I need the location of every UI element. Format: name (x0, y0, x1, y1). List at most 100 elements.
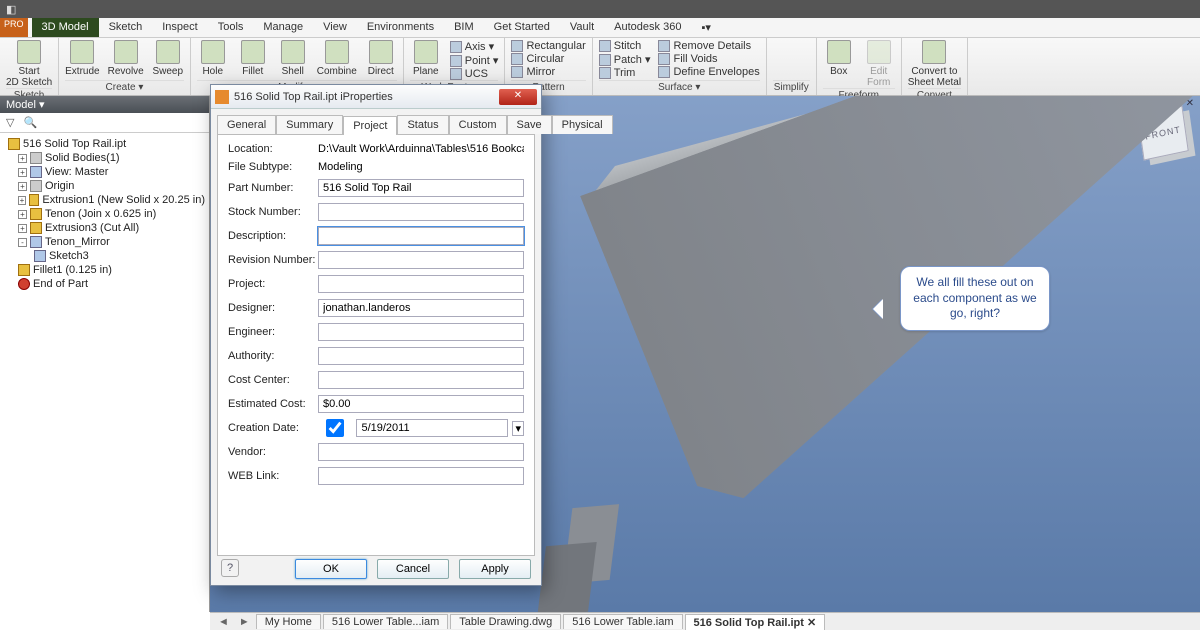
tab-environments[interactable]: Environments (357, 18, 444, 37)
tab-view[interactable]: View (313, 18, 357, 37)
dialog-tab-strip: General Summary Project Status Custom Sa… (211, 109, 541, 134)
tree-item[interactable]: +Tenon (Join x 0.625 in) (4, 207, 205, 221)
doc-tab[interactable]: Table Drawing.dwg (450, 614, 561, 629)
creation-date-input[interactable] (356, 419, 508, 437)
tree-item[interactable]: Sketch3 (4, 249, 205, 263)
edit-form-button[interactable]: Edit Form (863, 40, 895, 88)
help-button[interactable]: ? (221, 559, 239, 577)
shell-button[interactable]: Shell (277, 40, 309, 77)
doc-tab[interactable]: My Home (256, 614, 321, 629)
tab-nav-left[interactable]: ◄ (214, 616, 233, 628)
sweep-button[interactable]: Sweep (152, 40, 184, 77)
plane-button[interactable]: Plane (410, 40, 442, 77)
dlg-tab-summary[interactable]: Summary (276, 115, 343, 134)
ok-button[interactable]: OK (295, 559, 367, 579)
define-envelopes-button[interactable]: Define Envelopes (658, 66, 759, 78)
dlg-tab-project[interactable]: Project (343, 116, 397, 135)
tab-sketch[interactable]: Sketch (99, 18, 153, 37)
expand-icon[interactable]: - (18, 238, 27, 247)
dlg-tab-general[interactable]: General (217, 115, 276, 134)
cancel-button[interactable]: Cancel (377, 559, 449, 579)
tab-get-started[interactable]: Get Started (484, 18, 560, 37)
tab-bim[interactable]: BIM (444, 18, 484, 37)
engineer-input[interactable] (318, 323, 524, 341)
extrude-button[interactable]: Extrude (65, 40, 99, 77)
circular-pattern-button[interactable]: Circular (511, 53, 585, 65)
expand-icon[interactable]: + (18, 196, 26, 205)
dlg-tab-custom[interactable]: Custom (449, 115, 507, 134)
hole-button[interactable]: Hole (197, 40, 229, 77)
tab-tools[interactable]: Tools (208, 18, 254, 37)
expand-icon[interactable]: + (18, 182, 27, 191)
axis-button[interactable]: Axis ▾ (450, 40, 499, 53)
point-button[interactable]: Point ▾ (450, 54, 499, 67)
tab-autodesk-360[interactable]: Autodesk 360 (604, 18, 691, 37)
creation-date-checkbox[interactable] (318, 419, 352, 437)
weblink-input[interactable] (318, 467, 524, 485)
fill-voids-button[interactable]: Fill Voids (658, 53, 759, 65)
browser-header[interactable]: Model ▾ (0, 96, 209, 113)
dlg-tab-save[interactable]: Save (507, 115, 552, 134)
dlg-tab-physical[interactable]: Physical (552, 115, 613, 134)
browser-toolbar[interactable]: ▽ 🔍 (0, 113, 209, 133)
expand-icon[interactable]: + (18, 224, 27, 233)
patch-button[interactable]: Patch ▾ (599, 53, 651, 66)
tree-item[interactable]: +Extrusion1 (New Solid x 20.25 in) (4, 193, 205, 207)
tab-nav-right[interactable]: ► (235, 616, 254, 628)
description-input[interactable] (318, 227, 524, 245)
mirror-button[interactable]: Mirror (511, 66, 585, 78)
tree-item[interactable]: End of Part (4, 277, 205, 291)
stock-input[interactable] (318, 203, 524, 221)
remove-details-button[interactable]: Remove Details (658, 40, 759, 52)
tab-manage[interactable]: Manage (253, 18, 313, 37)
revision-input[interactable] (318, 251, 524, 269)
dlg-tab-status[interactable]: Status (397, 115, 448, 134)
tab-overflow[interactable]: ▪▾ (691, 18, 720, 37)
box-button[interactable]: Box (823, 40, 855, 77)
expand-icon[interactable]: + (18, 210, 27, 219)
doc-tab[interactable]: 516 Lower Table.iam (563, 614, 682, 629)
stitch-button[interactable]: Stitch (599, 40, 651, 52)
costcenter-input[interactable] (318, 371, 524, 389)
tree-item[interactable]: +Extrusion3 (Cut All) (4, 221, 205, 235)
group-label-create[interactable]: Create ▾ (65, 80, 184, 93)
location-value: D:\Vault Work\Arduinna\Tables\516 Bookca… (318, 143, 524, 155)
tab-3d-model[interactable]: 3D Model (32, 18, 99, 37)
close-button[interactable]: ✕ (499, 89, 537, 105)
tree-item[interactable]: +Solid Bodies(1) (4, 151, 205, 165)
estcost-input[interactable] (318, 395, 524, 413)
ucs-button[interactable]: UCS (450, 68, 499, 80)
tree-item[interactable]: -Tenon_Mirror (4, 235, 205, 249)
app-menu-icon[interactable]: ◧ (4, 3, 18, 16)
mirror-feature-icon (30, 236, 42, 248)
ribbon: Start 2D Sketch Sketch Extrude Revolve S… (0, 38, 1200, 96)
tree-item[interactable]: Fillet1 (0.125 in) (4, 263, 205, 277)
designer-input[interactable] (318, 299, 524, 317)
revolve-button[interactable]: Revolve (108, 40, 144, 77)
vendor-input[interactable] (318, 443, 524, 461)
dialog-titlebar[interactable]: 516 Solid Top Rail.ipt iProperties ✕ (211, 85, 541, 109)
start-2d-sketch-button[interactable]: Start 2D Sketch (6, 40, 52, 88)
apply-button[interactable]: Apply (459, 559, 531, 579)
tree-item[interactable]: +Origin (4, 179, 205, 193)
combine-button[interactable]: Combine (317, 40, 357, 77)
expand-icon[interactable]: + (18, 168, 27, 177)
trim-button[interactable]: Trim (599, 67, 651, 79)
rectangular-pattern-button[interactable]: Rectangular (511, 40, 585, 52)
authority-input[interactable] (318, 347, 524, 365)
date-picker-icon[interactable]: ▾ (512, 421, 524, 436)
doc-tab-active[interactable]: 516 Solid Top Rail.ipt ✕ (685, 614, 826, 630)
tab-inspect[interactable]: Inspect (152, 18, 207, 37)
convert-sheet-metal-button[interactable]: Convert to Sheet Metal (908, 40, 961, 88)
doc-tab[interactable]: 516 Lower Table...iam (323, 614, 448, 629)
tree-root[interactable]: 516 Solid Top Rail.ipt (4, 137, 205, 151)
expand-icon[interactable]: + (18, 154, 27, 163)
group-label-surface[interactable]: Surface ▾ (599, 80, 760, 93)
fillet-button[interactable]: Fillet (237, 40, 269, 77)
mirror-icon (511, 66, 523, 78)
project-input[interactable] (318, 275, 524, 293)
direct-button[interactable]: Direct (365, 40, 397, 77)
tab-vault[interactable]: Vault (560, 18, 604, 37)
tree-item[interactable]: +View: Master (4, 165, 205, 179)
partnum-input[interactable] (318, 179, 524, 197)
